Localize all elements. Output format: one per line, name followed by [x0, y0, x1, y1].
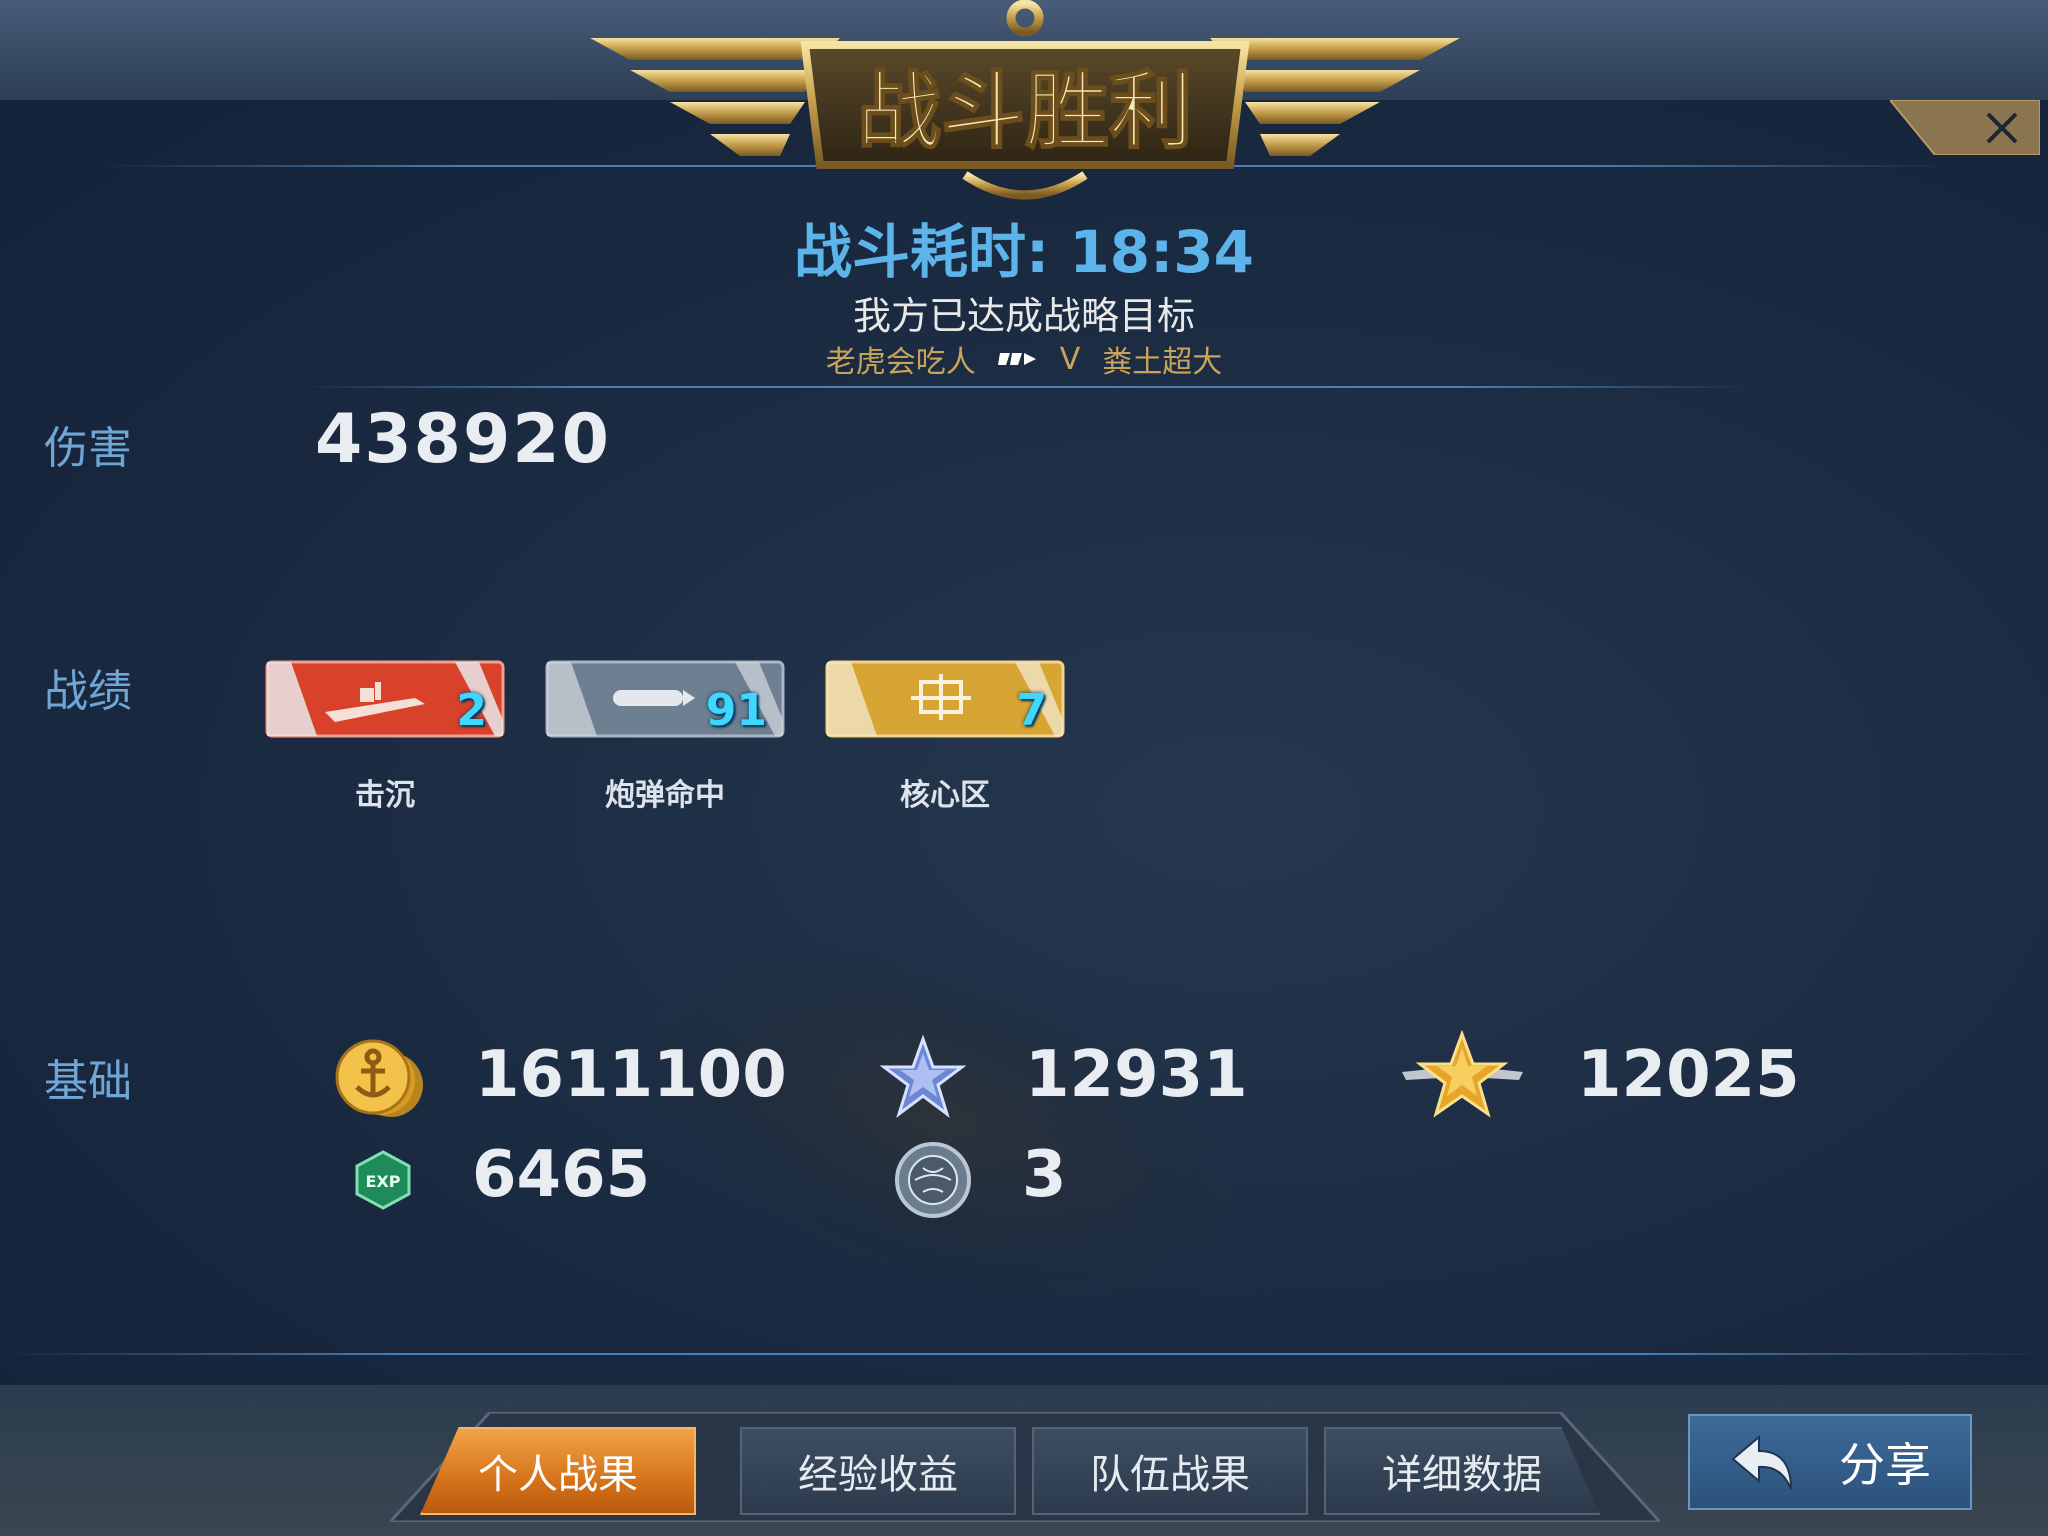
- objective-text: 我方已达成战略目标: [852, 294, 1195, 338]
- gold-star-icon: [1402, 1030, 1523, 1118]
- result-tabbar: 个人战果 经验收益 队伍战果 详细数据: [390, 1412, 1660, 1522]
- svg-text:EXP: EXP: [366, 1172, 401, 1191]
- tab-exp-gain[interactable]: 经验收益: [740, 1427, 1016, 1515]
- divider-header: [300, 386, 1750, 388]
- close-icon: [1986, 112, 2018, 143]
- medal-shell-hits[interactable]: 91: [545, 660, 785, 738]
- flag-icon: [997, 353, 1036, 365]
- base-label: 基础: [44, 1056, 132, 1107]
- silver-value: 1611100: [475, 1038, 787, 1112]
- close-button[interactable]: [1890, 100, 2040, 155]
- globe-value: 3: [1022, 1138, 1067, 1212]
- medal-shell-hits-caption: 炮弹命中: [605, 778, 725, 813]
- record-label: 战绩: [44, 666, 132, 717]
- medal-sunk-count: 2: [456, 685, 487, 736]
- share-label: 分享: [1839, 1438, 1931, 1492]
- citadel-target-icon: [911, 674, 971, 720]
- silver-coin-icon: [335, 1039, 423, 1117]
- tab-personal-result[interactable]: 个人战果: [420, 1427, 696, 1515]
- matchup-line: 老虎会吃人 V 粪土超大: [0, 337, 2048, 381]
- victory-emblem: 战斗胜利: [590, 0, 1460, 200]
- damage-label: 伤害: [44, 423, 132, 474]
- tab-detailed-data[interactable]: 详细数据: [1324, 1427, 1600, 1515]
- vs-label: V: [1059, 341, 1081, 377]
- medal-shell-hits-count: 91: [705, 685, 767, 736]
- damage-value: 438920: [315, 400, 611, 479]
- tab-team-result[interactable]: 队伍战果: [1032, 1427, 1308, 1515]
- medal-citadel-caption: 核心区: [900, 778, 990, 813]
- medal-sunk[interactable]: 2: [265, 660, 505, 738]
- blue-star-value: 12931: [1025, 1038, 1248, 1112]
- globe-icon: [895, 1142, 971, 1218]
- share-button[interactable]: 分享: [1688, 1414, 1972, 1510]
- banner-title: 战斗胜利: [857, 62, 1193, 160]
- medal-citadel-count: 7: [1016, 685, 1047, 736]
- blue-star-icon: [880, 1035, 966, 1118]
- exp-icon: EXP: [355, 1150, 411, 1210]
- battle-time: 战斗耗时: 18:34: [793, 218, 1254, 286]
- medal-citadel[interactable]: 7: [825, 660, 1065, 738]
- exp-value: 6465: [472, 1138, 651, 1212]
- gold-star-value: 12025: [1577, 1038, 1800, 1112]
- medal-sunk-caption: 击沉: [355, 778, 415, 813]
- back-arrow-icon: [1731, 1434, 1792, 1490]
- divider-bottom: [0, 1353, 2048, 1355]
- player-right: 粪土超大: [1102, 345, 1223, 380]
- player-left: 老虎会吃人: [825, 345, 976, 380]
